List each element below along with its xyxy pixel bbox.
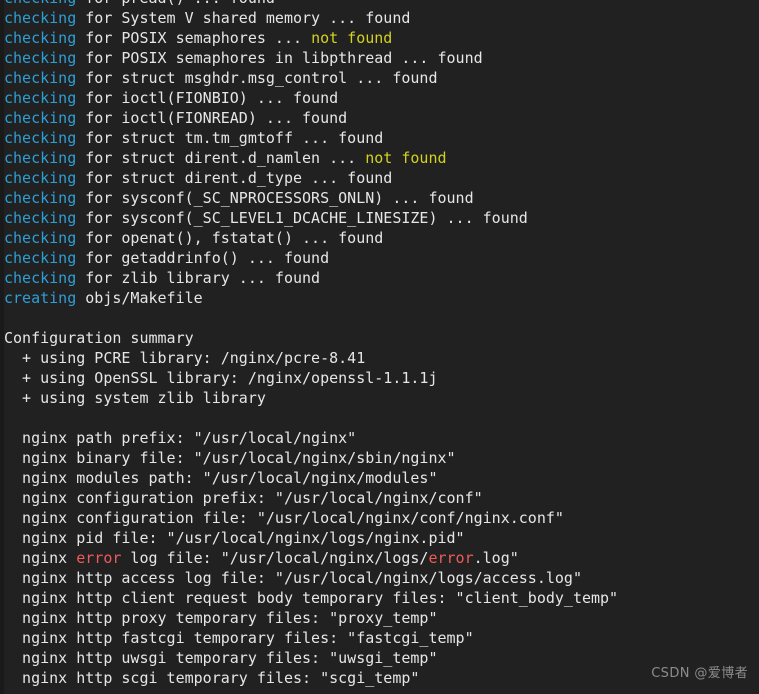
terminal-line: nginx http scgi temporary files: "scgi_t… [4,668,759,688]
terminal-text-segment: + using PCRE library: /nginx/pcre-8.41 [4,349,366,367]
terminal-line: checking for ioctl(FIONBIO) ... found [4,88,759,108]
terminal-text-segment: checking [4,269,77,287]
terminal-text-segment: checking [4,209,77,227]
terminal-line: nginx configuration prefix: "/usr/local/… [4,488,759,508]
terminal-line: nginx http fastcgi temporary files: "fas… [4,628,759,648]
terminal-line: checking for struct dirent.d_type ... fo… [4,168,759,188]
terminal-line: nginx http client request body temporary… [4,588,759,608]
terminal-text-segment: .log" [473,549,519,567]
terminal-line: checking for struct tm.tm_gmtoff ... fou… [4,128,759,148]
terminal-text-segment: error [76,549,122,567]
terminal-line: nginx http access log file: "/usr/local/… [4,568,759,588]
terminal-text-segment: objs/Makefile [76,289,203,307]
terminal-text-segment: for System V shared memory ... found [76,9,411,27]
terminal-line: nginx error log file: "/usr/local/nginx/… [4,548,759,568]
terminal-text-segment: for getaddrinfo() ... found [76,249,330,267]
terminal-text-segment: checking [4,0,76,7]
terminal-text-segment: for struct msghdr.msg_control ... found [76,69,438,87]
terminal-line: checking for getaddrinfo() ... found [4,248,759,268]
terminal-text-segment: checking [4,129,77,147]
terminal-text-segment: checking [4,189,77,207]
terminal-line: nginx configuration file: "/usr/local/ng… [4,508,759,528]
terminal-scrollback: checking for pread() ... foundchecking f… [4,0,759,688]
terminal-text-segment: nginx http uwsgi temporary files: "uwsgi… [4,649,438,667]
terminal-text-segment: + using system zlib library [4,389,266,407]
terminal-text-segment: for ioctl(FIONBIO) ... found [76,89,339,107]
terminal-text-segment: error [428,549,474,567]
terminal-text-segment: + using OpenSSL library: /nginx/openssl-… [4,369,438,387]
terminal-line: + using system zlib library [4,388,759,408]
terminal-line: checking for struct dirent.d_namlen ... … [4,148,759,168]
terminal-text-segment: checking [4,29,77,47]
terminal-text-segment: checking [4,9,77,27]
terminal-line: checking for pread() ... found [4,0,759,8]
terminal-text-segment: for POSIX semaphores ... [76,29,312,47]
terminal-text-segment: nginx pid file: "/usr/local/nginx/logs/n… [4,529,465,547]
terminal-line: nginx http uwsgi temporary files: "uwsgi… [4,648,759,668]
terminal-line: creating objs/Makefile [4,288,759,308]
terminal-text-segment: nginx http proxy temporary files: "proxy… [4,609,438,627]
terminal-text-segment: nginx http client request body temporary… [4,589,619,607]
terminal-text-segment: for struct dirent.d_type ... found [76,169,393,187]
terminal-text-segment: checking [4,149,77,167]
terminal-line: checking for POSIX semaphores ... not fo… [4,28,759,48]
terminal-line: checking for openat(), fstatat() ... fou… [4,228,759,248]
terminal-line: checking for System V shared memory ... … [4,8,759,28]
terminal-line: checking for sysconf(_SC_LEVEL1_DCACHE_L… [4,208,759,228]
terminal-line: nginx modules path: "/usr/local/nginx/mo… [4,468,759,488]
terminal-line: checking for sysconf(_SC_NPROCESSORS_ONL… [4,188,759,208]
terminal-text-segment: for openat(), fstatat() ... found [76,229,384,247]
terminal-line: checking for POSIX semaphores in libpthr… [4,48,759,68]
terminal-text-segment: checking [4,89,77,107]
terminal-text-segment: for POSIX semaphores in libpthread ... f… [76,49,483,67]
terminal-text-segment: nginx configuration file: "/usr/local/ng… [4,509,564,527]
terminal-window[interactable]: checking for pread() ... foundchecking f… [0,0,759,694]
terminal-text-segment: checking [4,109,77,127]
terminal-text-segment: nginx http fastcgi temporary files: "fas… [4,629,474,647]
terminal-text-segment: nginx binary file: "/usr/local/nginx/sbi… [4,449,456,467]
terminal-text-segment: for zlib library ... found [76,269,321,287]
terminal-text-segment: creating [4,289,77,307]
terminal-text-segment: Configuration summary [4,329,194,347]
terminal-text-segment: for sysconf(_SC_LEVEL1_DCACHE_LINESIZE) … [76,209,528,227]
terminal-text-segment: nginx http scgi temporary files: "scgi_t… [4,669,420,687]
terminal-text-segment: log file: "/usr/local/nginx/logs/ [121,549,429,567]
terminal-text-segment: for pread() ... found [76,0,275,7]
terminal-text-segment: checking [4,69,77,87]
terminal-text-segment: checking [4,229,77,247]
terminal-text-segment: nginx configuration prefix: "/usr/local/… [4,489,483,507]
terminal-text-segment: checking [4,169,77,187]
terminal-text-segment: not found [365,149,447,167]
terminal-text-segment: nginx modules path: "/usr/local/nginx/mo… [4,469,438,487]
terminal-text-segment: nginx [4,549,77,567]
terminal-line: nginx path prefix: "/usr/local/nginx" [4,428,759,448]
terminal-text-segment: for ioctl(FIONREAD) ... found [76,109,348,127]
terminal-line: nginx pid file: "/usr/local/nginx/logs/n… [4,528,759,548]
terminal-line: nginx binary file: "/usr/local/nginx/sbi… [4,448,759,468]
terminal-text-segment: checking [4,49,77,67]
terminal-line: Configuration summary [4,328,759,348]
terminal-text-segment: for struct tm.tm_gmtoff ... found [76,129,384,147]
csdn-watermark: CSDN @爱博者 [651,666,748,681]
terminal-text-segment: nginx http access log file: "/usr/local/… [4,569,582,587]
terminal-text-segment: for struct dirent.d_namlen ... [76,149,366,167]
terminal-text-segment: for sysconf(_SC_NPROCESSORS_ONLN) ... fo… [76,189,474,207]
terminal-line: checking for struct msghdr.msg_control .… [4,68,759,88]
terminal-text-segment: nginx path prefix: "/usr/local/nginx" [4,429,357,447]
terminal-line: nginx http proxy temporary files: "proxy… [4,608,759,628]
terminal-line: + using PCRE library: /nginx/pcre-8.41 [4,348,759,368]
terminal-text-segment: not found [311,29,393,47]
terminal-line: checking for zlib library ... found [4,268,759,288]
terminal-text-segment: checking [4,249,77,267]
terminal-line: checking for ioctl(FIONREAD) ... found [4,108,759,128]
terminal-line: + using OpenSSL library: /nginx/openssl-… [4,368,759,388]
